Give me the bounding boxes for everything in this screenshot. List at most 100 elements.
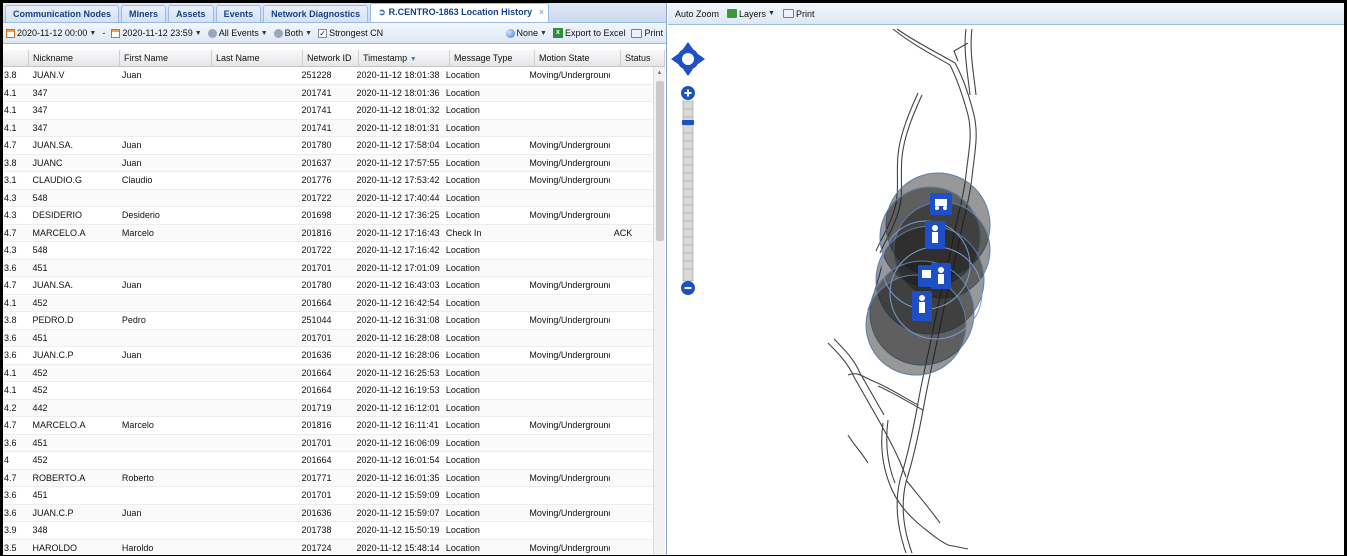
zoom-in-button[interactable] [681, 86, 695, 100]
layers-icon [727, 9, 738, 18]
table-row[interactable]: 4.1 347 201741 2020-11-12 18:01:32 Location [3, 102, 653, 120]
table-row[interactable]: 3.8 JUAN.V Juan 251228 2020-11-12 18:01:38 Lo… [3, 67, 653, 85]
tab-bar: Communication Nodes Miners Assets Events… [3, 3, 666, 23]
cell-network-id: 201698 [301, 210, 332, 220]
table-row[interactable]: 3.5 HAROLDO Haroldo 201724 2020-11-12 15:48:… [3, 539, 653, 555]
tab-assets[interactable]: Assets [168, 5, 214, 22]
zoom-out-button[interactable] [681, 281, 695, 295]
cell-last-name [208, 120, 297, 137]
cell-message-type: Location [445, 507, 480, 518]
export-excel-button[interactable]: x Export to Excel [552, 28, 625, 38]
zoom-slider[interactable] [682, 100, 694, 282]
person-marker[interactable] [925, 221, 945, 249]
table-row[interactable]: 4.7 JUAN.SA. Juan 201780 2020-11-12 16:43:03… [3, 277, 653, 295]
events-filter-dropdown[interactable]: All Events ▼ [207, 28, 268, 38]
table-row[interactable]: 4.7 MARCELO.A Marcelo 201816 2020-11-12 16:1… [3, 417, 653, 435]
table-row[interactable]: 3.8 PEDRO.D Pedro 251044 2020-11-12 16:31:08… [3, 312, 653, 330]
cell-status [610, 260, 653, 277]
table-row[interactable]: 4.3 548 201722 2020-11-12 17:40:44 Location [3, 189, 653, 207]
cell-network-id: 201701 [301, 490, 332, 500]
vehicle-marker[interactable] [930, 193, 952, 215]
zoom-slider-handle[interactable] [682, 120, 694, 125]
date-to-picker[interactable]: 2020-11-12 23:59 ▼ [111, 28, 202, 38]
table-row[interactable]: 4.1 452 201664 2020-11-12 16:19:53 Location [3, 382, 653, 400]
globe-icon [505, 28, 515, 38]
table-row[interactable]: 3.9 348 201738 2020-11-12 15:50:19 Location [3, 522, 653, 540]
cell-nickname: JUANC [32, 157, 63, 168]
close-icon[interactable]: × [539, 4, 544, 20]
table-row[interactable]: 3.6 451 201701 2020-11-12 16:06:09 Location [3, 434, 653, 452]
cell-last-name [208, 330, 297, 347]
date-from-picker[interactable]: 2020-11-12 00:00 ▼ [6, 28, 96, 38]
table-row[interactable]: 4.7 JUAN.SA. Juan 201780 2020-11-12 17:58:04… [3, 137, 653, 155]
cell-timestamp: 2020-11-12 16:28:06 [356, 350, 440, 360]
cell-first-name: Juan [121, 157, 142, 168]
col-header-status[interactable]: Status [621, 50, 665, 66]
table-row[interactable]: 4.7 MARCELO.A Marcelo 201816 2020-11-12 17:1… [3, 224, 653, 242]
none-dropdown[interactable]: None ▼ [505, 28, 547, 38]
table-row[interactable]: 4.1 452 201664 2020-11-12 16:25:53 Location [3, 364, 653, 382]
table-row[interactable]: 3.1 CLAUDIO.G Claudio 201776 2020-11-12 17:5… [3, 172, 653, 190]
cell-message-type: Location [445, 420, 480, 430]
cell-timestamp: 2020-11-12 17:01:09 [356, 262, 440, 273]
cell-signal: 3.8 [4, 315, 17, 325]
table-row[interactable]: 4.1 452 201664 2020-11-12 16:42:54 Location [3, 294, 653, 312]
strongest-cn-checkbox[interactable]: ✓ [318, 28, 328, 38]
pin-icon: ➲ [378, 7, 386, 17]
print-button[interactable]: Print [631, 28, 663, 38]
table-row[interactable]: 4.3 DESIDERIO Desiderio 201698 2020-11-12 17… [3, 207, 653, 225]
col-header-network-id[interactable]: Network ID [303, 50, 359, 66]
auto-zoom-button[interactable]: Auto Zoom [675, 9, 719, 19]
cell-first-name [118, 365, 208, 382]
table-row[interactable]: 4.7 ROBERTO.A Roberto 201771 2020-11-12 16:0… [3, 469, 653, 487]
table-row[interactable]: 4.3 548 201722 2020-11-12 17:16:42 Location [3, 242, 653, 260]
tab-location-history[interactable]: ➲ R.CENTRO-1863 Location History × [370, 3, 550, 22]
cell-timestamp: 2020-11-12 16:42:54 [356, 297, 440, 308]
col-header-timestamp[interactable]: Timestamp ▼ [359, 50, 450, 66]
pan-control[interactable] [671, 42, 705, 76]
tab-miners[interactable]: Miners [121, 5, 167, 22]
cell-network-id: 201636 [301, 507, 332, 518]
col-header-signal[interactable] [3, 50, 29, 66]
strongest-cn-toggle[interactable]: ✓ Strongest CN [318, 28, 383, 38]
cell-motion-state [525, 120, 609, 137]
table-row[interactable]: 3.6 451 201701 2020-11-12 16:28:08 Location [3, 329, 653, 347]
col-header-nickname[interactable]: Nickname [29, 50, 120, 66]
table-row[interactable]: 4.2 442 201719 2020-11-12 16:12:01 Location [3, 399, 653, 417]
table-row[interactable]: 4 452 201664 2020-11-12 16:01:54 Location [3, 452, 653, 470]
table-row[interactable]: 3.6 451 201701 2020-11-12 17:01:09 Location [3, 259, 653, 277]
map-print-button[interactable]: Print [782, 9, 815, 19]
cell-first-name: Juan [121, 280, 142, 290]
chevron-down-icon: ▼ [194, 29, 202, 37]
col-header-message-type[interactable]: Message Type [450, 50, 535, 66]
cell-timestamp: 2020-11-12 16:43:03 [356, 280, 440, 290]
col-header-first-name[interactable]: First Name [120, 50, 212, 66]
person-marker[interactable] [931, 263, 951, 289]
tab-events[interactable]: Events [215, 5, 262, 22]
col-header-last-name[interactable]: Last Name [212, 50, 303, 66]
table-row[interactable]: 3.8 JUANC Juan 201637 2020-11-12 17:57:55 Loc… [3, 154, 653, 172]
cell-motion-state: Moving/Underground [529, 315, 610, 325]
table-row[interactable]: 3.6 JUAN.C.P Juan 201636 2020-11-12 16:28:06… [3, 347, 653, 365]
cell-status [610, 522, 653, 539]
cell-first-name: Juan [121, 140, 142, 150]
table-row[interactable]: 3.6 JUAN.C.P Juan 201636 2020-11-12 15:59:07… [3, 504, 653, 522]
grid-scrollbar[interactable]: ▲ [653, 67, 665, 555]
scroll-thumb[interactable] [656, 81, 664, 241]
cell-network-id: 201722 [301, 192, 332, 203]
table-row[interactable]: 4.1 347 201741 2020-11-12 18:01:36 Location [3, 84, 653, 102]
map-svg[interactable] [668, 25, 1344, 555]
direction-filter-dropdown[interactable]: Both ▼ [273, 28, 312, 38]
scroll-up-icon[interactable]: ▲ [654, 67, 665, 79]
cell-status [610, 505, 653, 522]
col-header-motion-state[interactable]: Motion State [535, 50, 621, 66]
map-canvas[interactable] [668, 25, 1344, 555]
person-marker[interactable] [912, 291, 932, 321]
table-row[interactable]: 4.1 347 201741 2020-11-12 18:01:31 Location [3, 119, 653, 137]
tab-communication-nodes[interactable]: Communication Nodes [5, 5, 120, 22]
tab-network-diagnostics[interactable]: Network Diagnostics [263, 5, 369, 22]
cell-status [610, 400, 653, 417]
layers-dropdown[interactable]: Layers ▼ [727, 9, 775, 19]
cell-first-name [118, 242, 208, 259]
table-row[interactable]: 3.6 451 201701 2020-11-12 15:59:09 Location [3, 487, 653, 505]
